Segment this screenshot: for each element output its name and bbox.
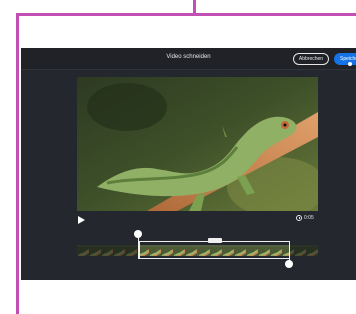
frame-border-top (16, 13, 356, 16)
video-duration: 0:05 (296, 215, 314, 221)
cancel-button[interactable]: Abbrechen (293, 53, 329, 65)
save-button[interactable]: Speichern (334, 53, 356, 65)
clock-icon (296, 215, 302, 221)
selection-label (208, 238, 222, 243)
video-trim-editor: Video schneiden Abbrechen Speichern (21, 48, 356, 280)
trim-dim-right (290, 245, 318, 256)
trim-selection[interactable] (139, 241, 290, 259)
video-frame-image (77, 77, 318, 211)
video-preview[interactable] (77, 77, 318, 211)
frame-border-left (16, 13, 19, 314)
play-icon[interactable] (78, 216, 85, 224)
frame-border-stub (193, 0, 196, 15)
trim-dim-left (77, 245, 139, 256)
editor-header: Video schneiden Abbrechen Speichern (21, 48, 356, 70)
mouse-cursor (348, 62, 352, 66)
trim-handle-end[interactable] (285, 260, 293, 268)
duration-text: 0:05 (304, 215, 314, 221)
trim-handle-start[interactable] (134, 230, 142, 238)
